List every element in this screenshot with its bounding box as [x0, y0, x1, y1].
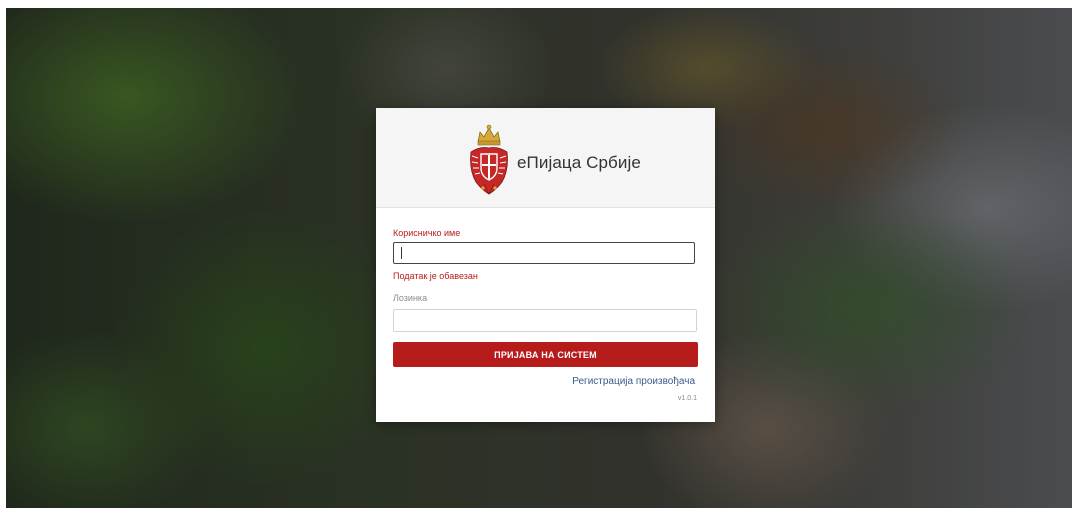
- username-error-message: Податак је обавезан: [393, 271, 478, 281]
- register-producer-link[interactable]: Регистрација произвођача: [572, 376, 695, 387]
- login-button[interactable]: ПРИЈАВА НА СИСТЕМ: [393, 342, 698, 367]
- login-card: еПијаца Србије Корисничко име Податак је…: [376, 108, 715, 422]
- username-label: Корисничко име: [393, 228, 461, 238]
- login-card-header: еПијаца Србије: [376, 108, 715, 208]
- username-input[interactable]: [393, 242, 695, 264]
- text-caret: [401, 247, 402, 259]
- app-title: еПијаца Србије: [517, 153, 641, 172]
- password-input[interactable]: [393, 309, 697, 332]
- password-label: Лозинка: [393, 293, 428, 303]
- serbian-coat-of-arms-icon: [470, 124, 508, 195]
- version-label: v1.0.1: [677, 395, 697, 402]
